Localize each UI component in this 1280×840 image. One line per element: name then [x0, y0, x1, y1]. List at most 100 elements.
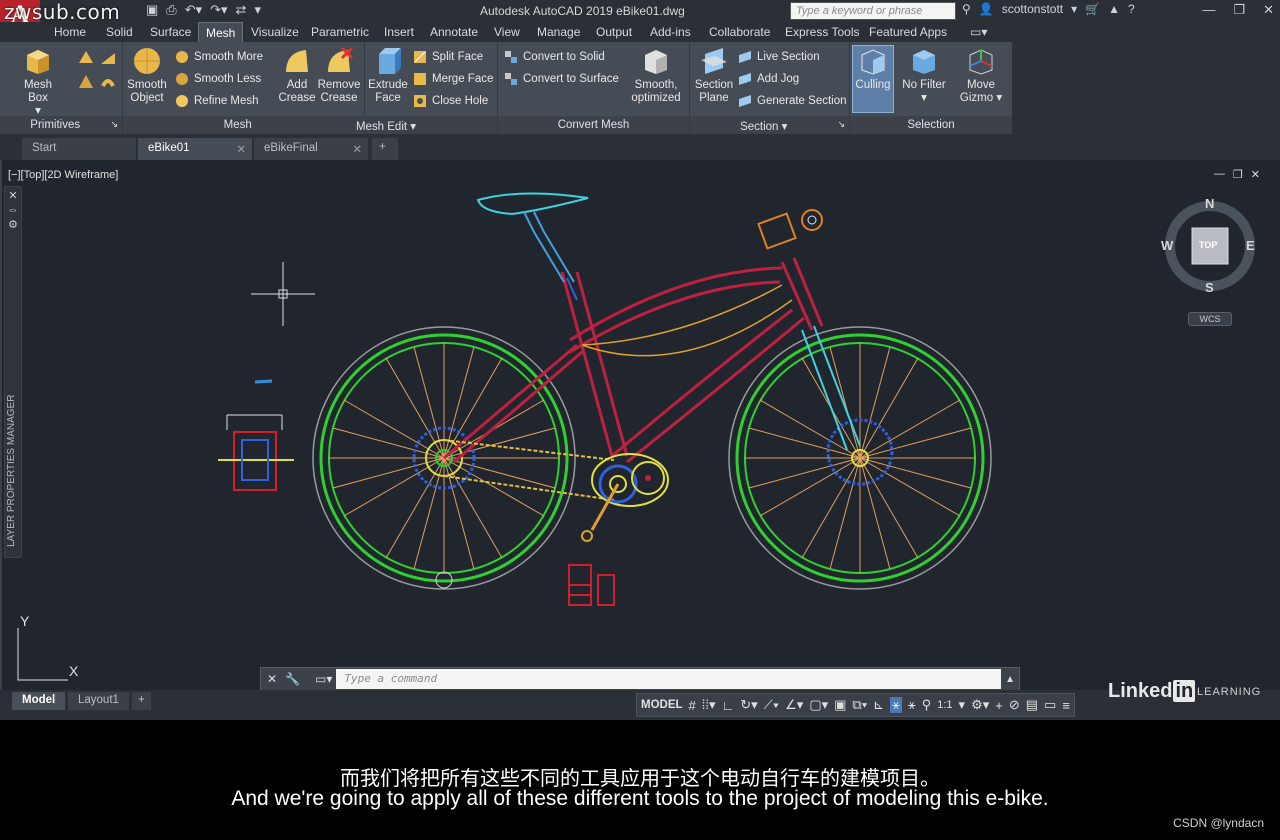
- isodraft-icon[interactable]: ⟋▾: [764, 697, 779, 713]
- smooth-optimized-button[interactable]: Smooth, optimized: [630, 46, 682, 105]
- user-icon[interactable]: 👤: [979, 2, 994, 16]
- tab-parametric[interactable]: Parametric: [311, 25, 369, 39]
- tab-insert[interactable]: Insert: [384, 25, 414, 39]
- selection-cycling-icon[interactable]: ⧉▾: [852, 697, 867, 713]
- file-tab-ebike01[interactable]: eBike01 ✕: [138, 138, 252, 160]
- restore-icon[interactable]: ❐: [1233, 2, 1245, 18]
- split-face-button[interactable]: Split Face: [413, 50, 483, 64]
- tab-output[interactable]: Output: [596, 25, 632, 39]
- tab-manage[interactable]: Manage: [537, 25, 580, 39]
- hardware-accel-icon[interactable]: ▤: [1026, 697, 1038, 713]
- extrude-face-button[interactable]: Extrude Face: [364, 46, 412, 105]
- drawing-canvas[interactable]: [−][Top][2D Wireframe] — ❐ ✕ ✕ ⇔ ⚙ LAYER…: [0, 160, 1280, 720]
- remove-crease-button[interactable]: Remove Crease: [315, 46, 363, 105]
- model-space-toggle[interactable]: MODEL: [641, 699, 683, 711]
- grid-icon[interactable]: #: [689, 698, 696, 713]
- panel-title-convert-mesh[interactable]: Convert Mesh: [498, 116, 689, 134]
- annotation-scale[interactable]: 1:1: [937, 699, 952, 711]
- smooth-more-button[interactable]: Smooth More: [175, 50, 263, 64]
- exchange-icon[interactable]: ▲: [1108, 2, 1120, 16]
- customize-menu-icon[interactable]: ≡: [1062, 698, 1070, 713]
- file-tab-start[interactable]: Start: [22, 138, 136, 160]
- smooth-less-button[interactable]: Smooth Less: [175, 72, 261, 86]
- new-tab-button[interactable]: +: [372, 138, 398, 160]
- close-tab-icon[interactable]: ✕: [352, 142, 362, 156]
- tab-surface[interactable]: Surface: [150, 25, 191, 39]
- isolate-icon[interactable]: ⊘: [1009, 697, 1020, 713]
- layout-tab-model[interactable]: Model: [12, 692, 66, 710]
- convert-to-surface-button[interactable]: Convert to Surface: [504, 72, 619, 86]
- viewcube-north[interactable]: N: [1205, 196, 1214, 211]
- undo-icon[interactable]: ↶▾: [185, 2, 202, 18]
- mesh-wedge-icon[interactable]: [100, 50, 116, 66]
- annotation-visibility-icon[interactable]: ⚹: [890, 697, 902, 713]
- tab-annotate[interactable]: Annotate: [430, 25, 478, 39]
- mesh-cone-icon[interactable]: [78, 50, 94, 66]
- customize-dropdown-icon[interactable]: ▾: [254, 2, 261, 18]
- print-icon[interactable]: ⎙: [166, 2, 176, 18]
- chevron-down-icon[interactable]: ▾: [959, 697, 966, 713]
- recent-commands-icon[interactable]: ▭▾: [315, 672, 332, 686]
- tab-home[interactable]: Home: [54, 25, 86, 39]
- ortho-icon[interactable]: ∟: [722, 698, 735, 713]
- mesh-pyramid-icon[interactable]: [78, 74, 94, 90]
- panel-title-primitives[interactable]: Primitives ↘: [0, 116, 122, 134]
- tab-visualize[interactable]: Visualize: [251, 25, 299, 39]
- osnap-tracking-icon[interactable]: ∠▾: [785, 697, 803, 713]
- help-icon[interactable]: ?: [1128, 2, 1135, 16]
- refine-mesh-button[interactable]: Refine Mesh: [175, 94, 259, 108]
- close-tab-icon[interactable]: ✕: [236, 142, 246, 156]
- tab-view[interactable]: View: [494, 25, 520, 39]
- ebike-drawing[interactable]: Y X: [2, 160, 1280, 720]
- annotation-scale-icon[interactable]: ⚲: [922, 697, 932, 713]
- tab-featured-apps[interactable]: Featured Apps: [869, 25, 947, 39]
- move-gizmo-button[interactable]: Move Gizmo ▾: [957, 46, 1005, 105]
- file-tab-ebikefinal[interactable]: eBikeFinal ✕: [254, 138, 368, 160]
- viewcube-west[interactable]: W: [1161, 238, 1173, 253]
- osnap-icon[interactable]: ▢▾: [809, 697, 828, 713]
- plus-icon[interactable]: +: [995, 698, 1003, 713]
- dynamic-ucs-icon[interactable]: ⊾: [873, 697, 884, 713]
- merge-face-button[interactable]: Merge Face: [413, 72, 493, 86]
- mesh-torus-icon[interactable]: [100, 74, 116, 90]
- layout-tab-layout1[interactable]: Layout1: [68, 692, 129, 710]
- viewcube-east[interactable]: E: [1246, 238, 1255, 253]
- tab-mesh[interactable]: Mesh: [198, 22, 244, 42]
- viewcube-top-face[interactable]: TOP: [1199, 240, 1217, 250]
- tab-add-ins[interactable]: Add-ins: [650, 25, 691, 39]
- panel-title-selection[interactable]: Selection: [850, 116, 1012, 134]
- tab-collaborate[interactable]: Collaborate: [709, 25, 770, 39]
- add-jog-button[interactable]: Add Jog: [738, 72, 799, 86]
- tab-express-tools[interactable]: Express Tools: [785, 25, 859, 39]
- cart-icon[interactable]: 🛒: [1085, 2, 1100, 16]
- close-icon[interactable]: ✕: [267, 672, 277, 686]
- search-input[interactable]: Type a keyword or phrase: [790, 2, 956, 20]
- close-icon[interactable]: ✕: [1263, 2, 1274, 18]
- section-plane-button[interactable]: Section Plane: [690, 46, 738, 105]
- convert-to-solid-button[interactable]: Convert to Solid: [504, 50, 605, 64]
- panel-title-section[interactable]: Section ▾ ↘: [690, 116, 849, 134]
- share-icon[interactable]: ⇄: [236, 2, 247, 18]
- mesh-box-button[interactable]: Mesh Box ▾: [14, 46, 62, 118]
- close-hole-button[interactable]: Close Hole: [413, 94, 488, 108]
- user-name[interactable]: scottonstott: [1002, 2, 1063, 16]
- ribbon-options-icon[interactable]: ▭▾: [970, 25, 987, 39]
- transparency-icon[interactable]: ▣: [834, 697, 846, 713]
- command-history-icon[interactable]: ▲: [1001, 674, 1019, 685]
- tab-solid[interactable]: Solid: [106, 25, 133, 39]
- add-crease-button[interactable]: Add Crease: [273, 46, 321, 105]
- smooth-object-button[interactable]: Smooth Object: [123, 46, 171, 105]
- workspace-gear-icon[interactable]: ⚙▾: [971, 697, 989, 713]
- auto-scale-icon[interactable]: ⚹: [908, 697, 916, 713]
- snap-icon[interactable]: ⁞⁞▾: [702, 697, 716, 713]
- wcs-menu[interactable]: WCS: [1188, 312, 1232, 326]
- panel-title-mesh-edit[interactable]: Mesh Edit ▾: [275, 116, 497, 134]
- command-input[interactable]: Type a command: [336, 669, 1002, 689]
- redo-icon[interactable]: ↷▾: [210, 2, 227, 18]
- fullscreen-icon[interactable]: ▭: [1044, 697, 1056, 713]
- viewcube[interactable]: N S E W TOP: [1161, 196, 1258, 296]
- save-icon[interactable]: ▣: [146, 2, 158, 18]
- binoculars-icon[interactable]: ⚲: [962, 2, 971, 16]
- no-filter-button[interactable]: No Filter ▾: [900, 46, 948, 105]
- culling-toggle-button[interactable]: Culling: [852, 45, 894, 113]
